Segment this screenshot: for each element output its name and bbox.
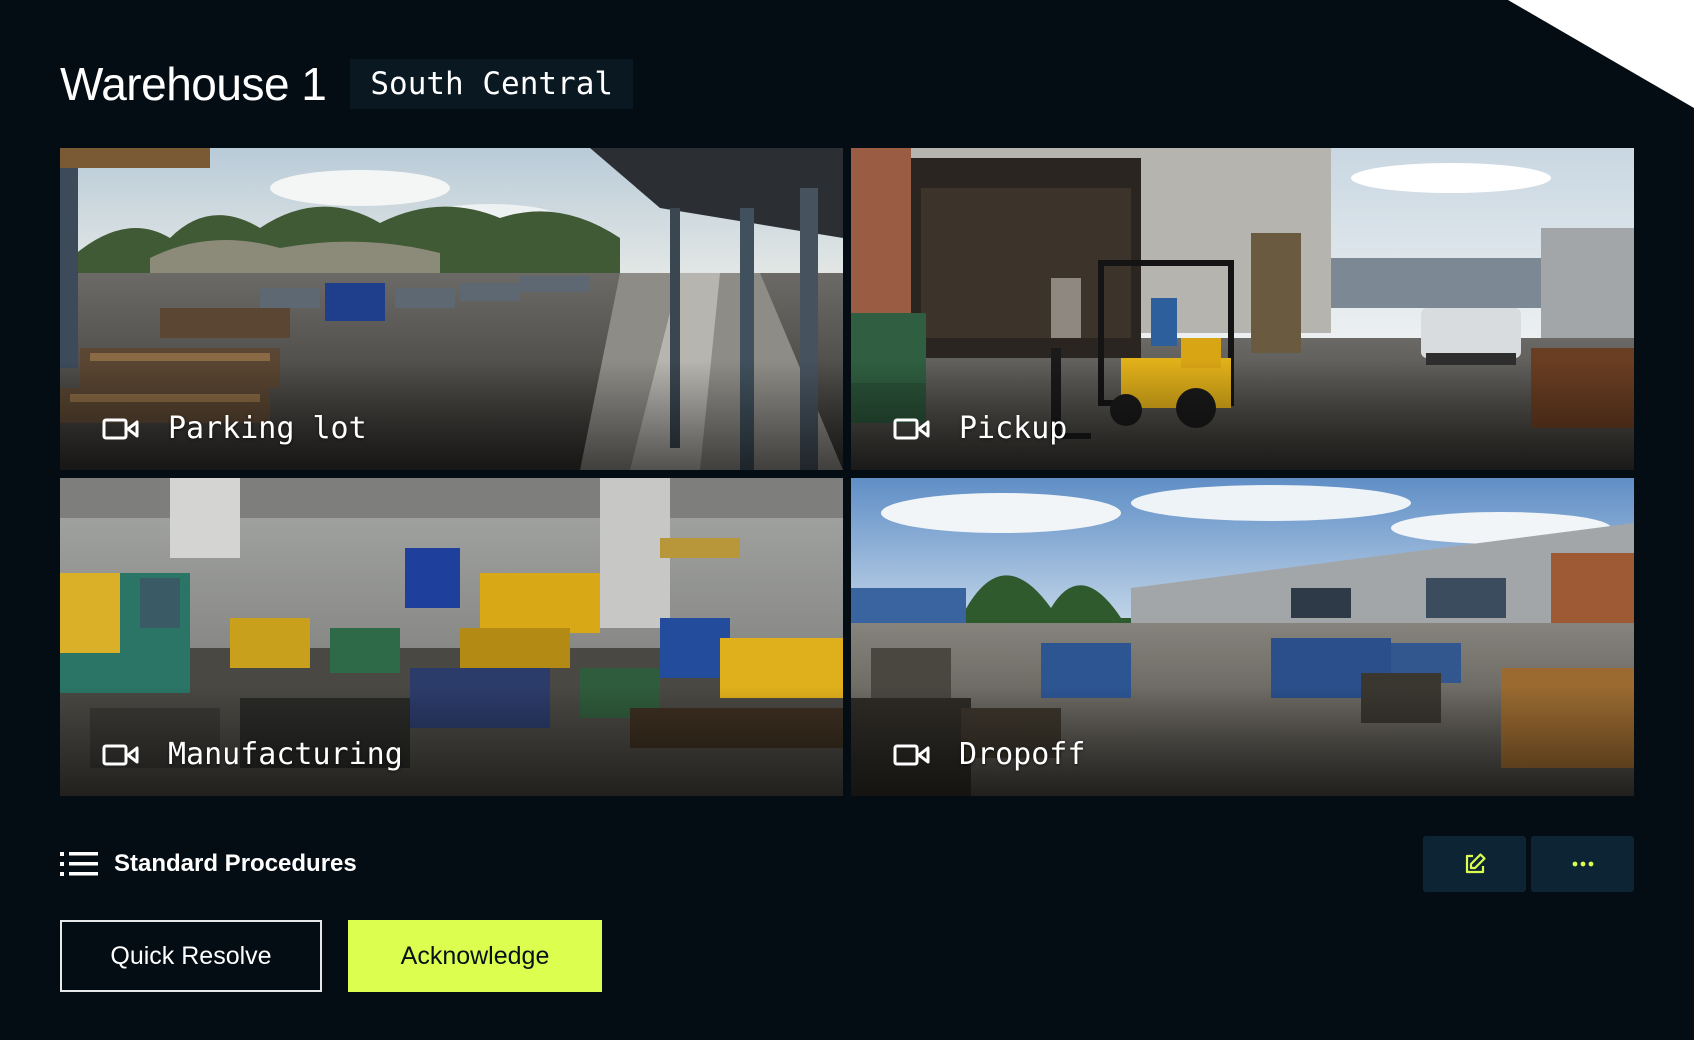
video-camera-icon — [893, 418, 930, 439]
camera-feed-dropoff[interactable]: Dropoff — [851, 478, 1634, 796]
camera-grid: Parking lot Pickup Manufacturing Dropoff — [60, 148, 1634, 796]
standard-procedures-toggle[interactable]: Standard Procedures — [60, 850, 357, 878]
list-icon — [60, 852, 98, 876]
video-camera-icon — [893, 744, 930, 765]
more-options-button[interactable] — [1531, 836, 1634, 892]
location-badge: South Central — [350, 59, 634, 109]
feed-name: Manufacturing — [168, 737, 403, 772]
more-icon — [1572, 861, 1593, 867]
camera-feed-parking-lot[interactable]: Parking lot — [60, 148, 843, 470]
edit-button[interactable] — [1423, 836, 1526, 892]
feed-label: Parking lot — [102, 411, 367, 446]
feed-label: Dropoff — [893, 737, 1085, 772]
camera-feed-manufacturing[interactable]: Manufacturing — [60, 478, 843, 796]
page-title: Warehouse 1 — [60, 58, 327, 110]
feed-name: Parking lot — [168, 411, 367, 446]
video-camera-icon — [102, 744, 139, 765]
procedures-label: Standard Procedures — [114, 850, 357, 877]
page-header: Warehouse 1 South Central — [60, 56, 634, 112]
feed-label: Pickup — [893, 411, 1067, 446]
quick-resolve-button[interactable]: Quick Resolve — [60, 920, 322, 992]
camera-feed-pickup[interactable]: Pickup — [851, 148, 1634, 470]
feed-name: Dropoff — [959, 737, 1086, 772]
acknowledge-button[interactable]: Acknowledge — [348, 920, 602, 992]
feed-label: Manufacturing — [102, 737, 403, 772]
alert-detail-page: Warehouse 1 South Central Parking lot Pi… — [0, 0, 1694, 1040]
feed-name: Pickup — [959, 411, 1068, 446]
video-camera-icon — [102, 418, 139, 439]
corner-fold — [1508, 0, 1694, 108]
edit-icon — [1465, 853, 1486, 874]
